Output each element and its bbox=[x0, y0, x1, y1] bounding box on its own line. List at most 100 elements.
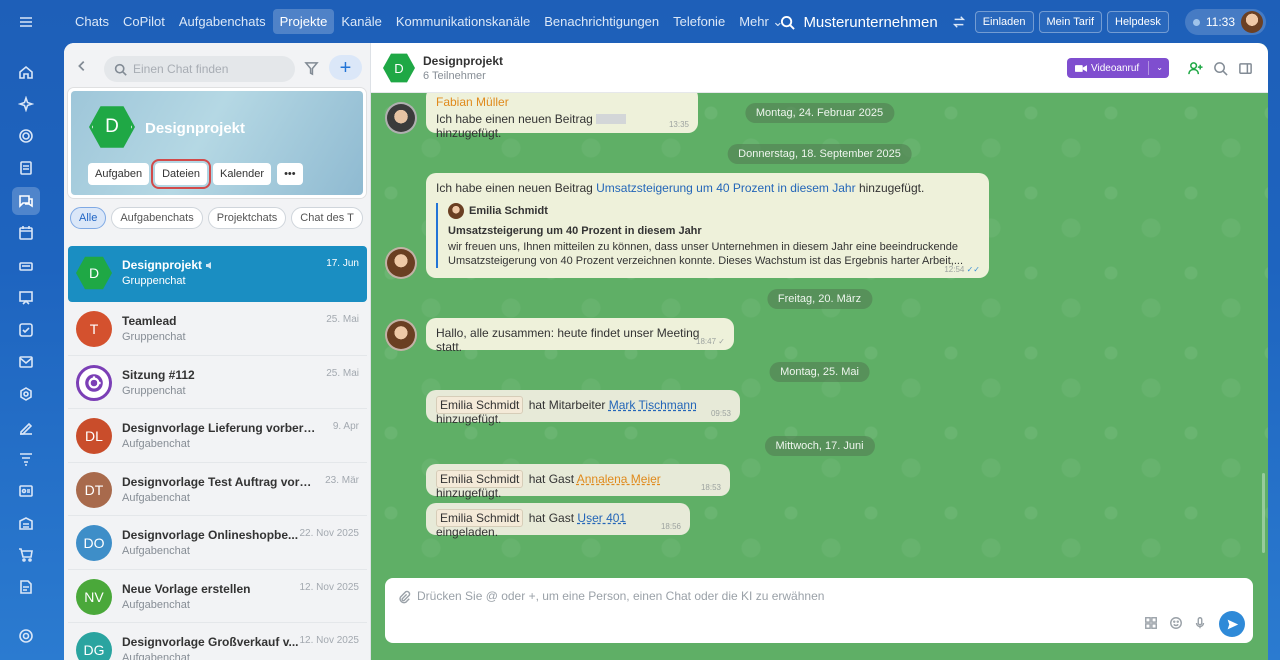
send-button[interactable] bbox=[1219, 611, 1245, 637]
documents-icon[interactable] bbox=[12, 573, 40, 601]
quoted-post[interactable]: Emilia Schmidt Umsatzsteigerung um 40 Pr… bbox=[436, 203, 979, 268]
feed-icon[interactable] bbox=[12, 154, 40, 182]
add-user-icon[interactable] bbox=[1188, 61, 1203, 76]
messenger-icon[interactable] bbox=[12, 187, 40, 215]
tab-projects[interactable]: Projekte bbox=[272, 9, 335, 34]
invite-button[interactable]: Einladen bbox=[974, 11, 1034, 33]
chat-search-input[interactable] bbox=[133, 62, 283, 76]
chat-date: 12. Nov 2025 bbox=[299, 635, 360, 646]
chat-item-designprojekt[interactable]: D Designprojekt Gruppenchat 17. Jun bbox=[68, 246, 367, 302]
chat-item-lieferung[interactable]: DL Designvorlage Lieferung vorbereiten A… bbox=[68, 409, 367, 463]
message-input[interactable] bbox=[417, 589, 1117, 609]
chat-avatar: DO bbox=[76, 525, 112, 561]
sidebar-toggle-icon[interactable] bbox=[1238, 61, 1253, 76]
company-name: Musterunternehmen bbox=[803, 13, 938, 31]
filter-task-chats[interactable]: Aufgabenchats bbox=[111, 207, 203, 229]
paperclip-icon[interactable] bbox=[397, 590, 411, 604]
message-bubble-post[interactable]: Ich habe einen neuen Beitrag Umsatzsteig… bbox=[426, 173, 989, 278]
chat-item-neue-vorlage[interactable]: NV Neue Vorlage erstellen Aufgabenchat 1… bbox=[68, 570, 367, 623]
video-call-button[interactable]: Videoanruf ⌄ bbox=[1067, 58, 1169, 78]
author-avatar[interactable] bbox=[385, 247, 417, 279]
menu-icon[interactable] bbox=[12, 8, 40, 36]
clock-time: 11:33 bbox=[1205, 15, 1235, 29]
chat-avatar: NV bbox=[76, 578, 112, 615]
tab-channels[interactable]: Kanäle bbox=[334, 9, 388, 34]
tab-communication-channels[interactable]: Kommunikationskanäle bbox=[389, 9, 537, 34]
apps-grid-icon[interactable] bbox=[1144, 616, 1158, 630]
helpdesk-button[interactable]: Helpdesk bbox=[1107, 11, 1169, 33]
shop-icon[interactable] bbox=[12, 541, 40, 569]
chat-type: Aufgabenchat bbox=[122, 598, 190, 611]
swap-icon[interactable] bbox=[952, 15, 966, 29]
board-icon[interactable] bbox=[12, 284, 40, 312]
tab-telephony[interactable]: Telefonie bbox=[666, 9, 732, 34]
message-text: Ich habe einen neuen Beitrag bbox=[436, 181, 593, 195]
chat-search[interactable] bbox=[104, 56, 295, 82]
user-avatar[interactable] bbox=[1241, 11, 1263, 33]
chat-header-avatar[interactable]: D bbox=[383, 53, 415, 83]
project-avatar: D bbox=[89, 106, 135, 148]
tasks-icon[interactable] bbox=[12, 316, 40, 344]
calendar-icon[interactable] bbox=[12, 219, 40, 247]
filter-project-chats[interactable]: Projektchats bbox=[207, 207, 287, 229]
guest-link[interactable]: User 401 bbox=[577, 511, 626, 525]
calendar-button[interactable]: Kalender bbox=[213, 163, 272, 185]
chat-item-onlineshop[interactable]: DO Designvorlage Onlineshopbe... Aufgabe… bbox=[68, 516, 367, 570]
my-plan-button[interactable]: Mein Tarif bbox=[1038, 11, 1102, 33]
message-list: Fabian Müller Ich habe einen neuen Beitr… bbox=[371, 93, 1268, 577]
guest-link[interactable]: Annalena Meier bbox=[577, 472, 661, 486]
emoji-icon[interactable] bbox=[1169, 616, 1183, 630]
new-chat-button[interactable]: + bbox=[329, 55, 362, 80]
tab-task-chats[interactable]: Aufgabenchats bbox=[172, 9, 273, 34]
chevron-down-icon[interactable]: ⌄ bbox=[1156, 63, 1163, 72]
top-right-bar: Musterunternehmen Einladen Mein Tarif He… bbox=[780, 9, 1266, 35]
quote-author: Emilia Schmidt bbox=[469, 205, 548, 217]
sites-icon[interactable] bbox=[12, 122, 40, 150]
copilot-icon[interactable] bbox=[12, 90, 40, 118]
marketing-icon[interactable] bbox=[12, 445, 40, 473]
clock-widget[interactable]: 11:33 bbox=[1184, 9, 1266, 35]
message-bubble[interactable]: Fabian Müller Ich habe einen neuen Beitr… bbox=[426, 93, 698, 140]
app-window: Chats CoPilot Aufgabenchats Projekte Kan… bbox=[0, 0, 1280, 660]
chat-date: 9. Apr bbox=[332, 421, 359, 432]
home-icon[interactable] bbox=[12, 58, 40, 86]
files-button[interactable]: Dateien bbox=[151, 159, 212, 189]
author-avatar[interactable] bbox=[385, 319, 417, 351]
crm-icon[interactable] bbox=[12, 380, 40, 408]
user-link[interactable]: Mark Tischmann bbox=[609, 398, 697, 412]
sign-icon[interactable] bbox=[12, 413, 40, 441]
drive-icon[interactable] bbox=[12, 252, 40, 280]
message-text-end: hinzugefügt. bbox=[436, 126, 502, 140]
scrollbar[interactable] bbox=[1262, 473, 1265, 553]
more-button[interactable]: ••• bbox=[277, 163, 303, 185]
video-call-label: Videoanruf bbox=[1091, 62, 1140, 74]
back-icon[interactable] bbox=[75, 59, 89, 73]
chat-date: 23. Mär bbox=[325, 474, 359, 486]
mail-icon[interactable] bbox=[12, 348, 40, 376]
date-separator: Montag, 24. Februar 2025 bbox=[744, 103, 895, 123]
tasks-button[interactable]: Aufgaben bbox=[88, 163, 150, 185]
filter-icon[interactable] bbox=[304, 61, 319, 76]
chat-item-test-auftrag[interactable]: DT Designvorlage Test Auftrag vorbe... A… bbox=[68, 463, 367, 516]
author-avatar[interactable] bbox=[385, 102, 417, 134]
chat-header-title[interactable]: Designprojekt bbox=[423, 54, 503, 68]
chat-item-grossverkauf[interactable]: DG Designvorlage Großverkauf v... Aufgab… bbox=[68, 623, 367, 660]
tab-notifications[interactable]: Benachrichtigungen bbox=[537, 9, 666, 34]
inventory-icon[interactable] bbox=[12, 509, 40, 537]
contact-center-icon[interactable] bbox=[12, 477, 40, 505]
message-author[interactable]: Fabian Müller bbox=[436, 95, 688, 109]
message-bubble[interactable]: Hallo, alle zusammen: heute findet unser… bbox=[426, 318, 734, 354]
post-link[interactable]: Umsatzsteigerung um 40 Prozent in diesem… bbox=[596, 181, 855, 195]
chat-item-teamlead[interactable]: T Teamlead Gruppenchat 25. Mai bbox=[68, 302, 367, 356]
filter-all[interactable]: Alle bbox=[70, 207, 107, 229]
filter-team-chat[interactable]: Chat des T bbox=[291, 207, 363, 229]
company-search[interactable]: Musterunternehmen bbox=[780, 13, 938, 31]
tab-copilot[interactable]: CoPilot bbox=[116, 9, 172, 34]
settings-gear-icon[interactable] bbox=[12, 622, 40, 650]
chat-name: Designvorlage Onlineshopbe... bbox=[122, 528, 299, 542]
chat-item-sitzung[interactable]: Sitzung #112 Gruppenchat 25. Mai bbox=[68, 356, 367, 409]
search-icon[interactable] bbox=[1213, 61, 1228, 76]
participants-count[interactable]: 6 Teilnehmer bbox=[423, 70, 486, 82]
microphone-icon[interactable] bbox=[1193, 616, 1207, 630]
tab-chats[interactable]: Chats bbox=[68, 9, 116, 34]
